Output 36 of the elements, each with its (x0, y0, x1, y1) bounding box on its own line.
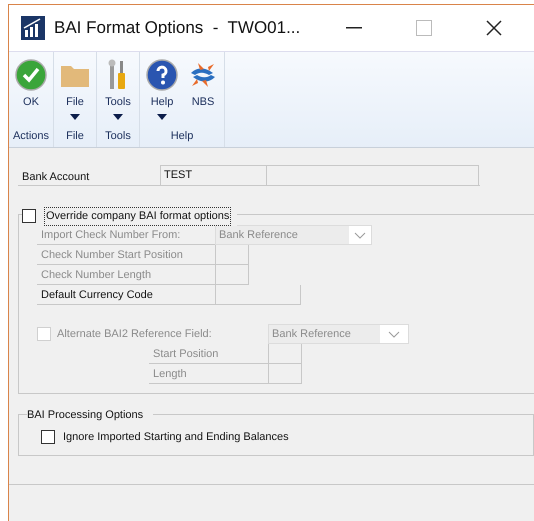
chevron-down-icon (354, 232, 366, 238)
chart-logo-icon (21, 16, 45, 40)
field-label: Bank Account (21, 170, 90, 184)
ribbon-group-label: File (66, 128, 84, 144)
field-label: Check Number Start Position (37, 245, 215, 265)
help-icon (146, 59, 178, 91)
dropdown-arrow-icon (70, 114, 80, 120)
field-label: Default Currency Code (37, 285, 215, 305)
ribbon-group-label: Actions (12, 128, 50, 144)
dropdown-arrow-icon (157, 114, 167, 120)
ribbon-button[interactable]: Tools (100, 52, 136, 128)
input-field[interactable] (215, 285, 301, 305)
ribbon-group-label: Tools (105, 128, 131, 144)
checkmark-icon (15, 59, 47, 91)
window-title: BAI Format Options - TWO01... (54, 17, 302, 40)
ribbon-button[interactable]: File (57, 52, 93, 128)
field-label: Start Position (149, 344, 268, 364)
minimize-icon (346, 27, 362, 29)
field-label: Import Check Number From: (37, 225, 215, 245)
field-label: Length (149, 364, 268, 384)
checkbox-label[interactable]: Override company BAI format options (44, 207, 232, 226)
checkbox[interactable] (22, 209, 36, 224)
ribbon-button[interactable]: NBS (185, 52, 221, 128)
checkbox-label[interactable]: Ignore Imported Starting and Ending Balances (63, 429, 289, 446)
chevron-down-icon (388, 330, 400, 338)
ribbon-button[interactable]: Help (143, 52, 181, 128)
input-field[interactable]: TEST (160, 165, 267, 185)
maximize-icon (416, 20, 432, 36)
close-icon (486, 20, 502, 36)
dropdown-arrow-icon (113, 114, 123, 120)
field-label: Check Number Length (37, 265, 215, 285)
checkbox[interactable] (41, 430, 55, 444)
ribbon-group-label: Help (170, 128, 194, 144)
group-title: BAI Processing Options (27, 407, 154, 424)
ribbon-button[interactable]: OK (12, 52, 50, 128)
input-field[interactable] (267, 165, 479, 185)
